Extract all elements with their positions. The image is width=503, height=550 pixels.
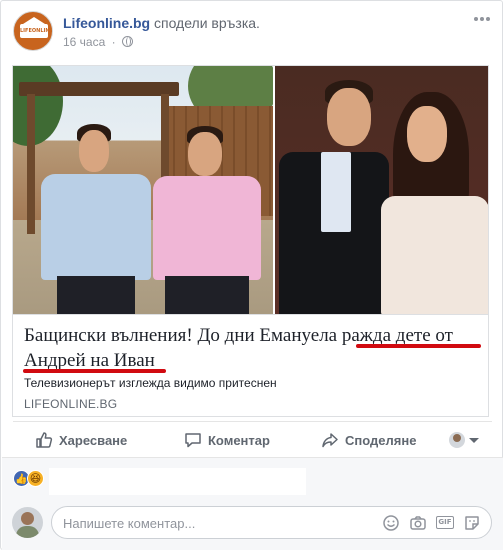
like-label: Харесване (59, 432, 128, 448)
user-avatar (12, 507, 43, 538)
thumbs-up-icon (36, 432, 53, 448)
attachment-title[interactable]: Бащински вълнения! До дни Емануела ражда… (24, 323, 484, 373)
redacted-names-box (49, 468, 306, 495)
post-header-line: Lifeonline.bg сподели връзка. (63, 15, 260, 31)
haha-reaction-icon: 😆 (27, 470, 44, 487)
avatar-logo-text: LIFEONLINE.BG (20, 24, 52, 38)
title-text-1: Бащински вълнения! До дни Емануела (24, 325, 342, 346)
comment-button[interactable]: Коментар (184, 430, 270, 450)
house-roof-icon (23, 17, 45, 24)
red-underline-2 (23, 369, 166, 373)
emoji-icon[interactable] (382, 514, 400, 532)
comment-label: Коментар (208, 432, 270, 448)
title-highlight-2: Андрей на Иван (24, 350, 155, 371)
attachment-body[interactable]: Бащински вълнения! До дни Емануела ражда… (13, 314, 488, 416)
camera-icon[interactable] (409, 514, 427, 532)
chevron-down-icon (469, 437, 479, 443)
photo-two-men (13, 66, 278, 314)
comment-composer: Напишете коментар... GIF (12, 506, 492, 540)
attachment-description: Телевизионерът изглежда видимо притеснен (24, 376, 277, 390)
selector-avatar (449, 432, 465, 448)
wooden-post-left (27, 94, 35, 234)
red-underline-1 (356, 344, 481, 348)
wooden-structure-roof (19, 82, 179, 96)
title-highlight-1: ражда дете от (341, 325, 453, 346)
shared-link-text: сподели връзка. (154, 15, 260, 31)
share-arrow-icon (322, 433, 338, 448)
more-horizontal-icon (474, 17, 490, 21)
page-avatar[interactable]: LIFEONLINE.BG (13, 11, 53, 51)
reaction-summary[interactable]: 👍 😆 (13, 470, 44, 487)
comment-bubble-icon (185, 433, 201, 448)
post-timestamp[interactable]: 16 часа (63, 35, 105, 49)
comment-placeholder: Напишете коментар... (63, 516, 196, 531)
composer-icons: GIF (382, 514, 481, 532)
more-options-button[interactable] (473, 13, 491, 23)
link-attachment[interactable]: Бащински вълнения! До дни Емануела ражда… (12, 65, 489, 417)
attachment-image[interactable] (13, 66, 488, 314)
like-button[interactable]: Харесване (35, 430, 127, 450)
globe-icon[interactable] (121, 36, 133, 47)
post-actions-bar: Харесване Коментар Споделяне (13, 421, 492, 455)
comment-input[interactable]: Напишете коментар... GIF (51, 506, 492, 539)
post-as-selector[interactable] (449, 430, 479, 450)
post-card: LIFEONLINE.BG Lifeonline.bg сподели връз… (0, 0, 503, 550)
post-header: LIFEONLINE.BG Lifeonline.bg сподели връз… (13, 11, 493, 55)
post-meta: 16 часа · (63, 35, 133, 49)
page-name-link[interactable]: Lifeonline.bg (63, 15, 150, 31)
share-button[interactable]: Споделяне (321, 430, 416, 450)
attachment-domain: LIFEONLINE.BG (24, 397, 118, 411)
tree-left (13, 66, 63, 146)
gif-icon[interactable]: GIF (436, 514, 454, 532)
meta-separator: · (111, 35, 116, 49)
photo-couple (275, 66, 488, 314)
share-label: Споделяне (345, 432, 417, 448)
sticker-icon[interactable] (463, 514, 481, 532)
